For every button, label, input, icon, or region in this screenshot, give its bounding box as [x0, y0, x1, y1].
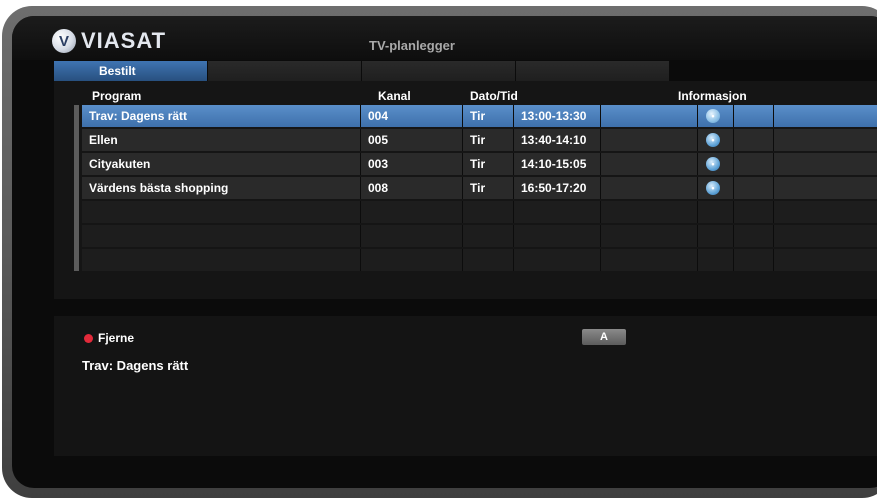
cell-c4	[601, 129, 698, 151]
cell-dag	[463, 249, 514, 271]
cell-program: Cityakuten	[82, 153, 361, 175]
column-informasjon: Informasjon	[678, 89, 747, 103]
cell-c4	[601, 249, 698, 271]
viasat-logo-icon: V	[52, 29, 76, 53]
cell-info: •	[698, 153, 734, 175]
cell-c4	[601, 201, 698, 223]
cell-kanal	[361, 201, 463, 223]
info-bubble-icon[interactable]: •	[706, 181, 720, 195]
cell-kanal: 003	[361, 153, 463, 175]
cell-c6	[734, 177, 774, 199]
table-row[interactable]: Trav: Dagens rätt 004 Tir 13:00-13:30 •	[82, 105, 877, 127]
logo-text: VIASAT	[81, 28, 167, 53]
empty-row	[82, 201, 877, 223]
cell-dag: Tir	[463, 177, 514, 199]
cell-tid	[514, 225, 601, 247]
remove-action-label[interactable]: Fjerne	[98, 331, 134, 345]
tab-4[interactable]	[516, 61, 669, 81]
table-row[interactable]: Ellen 005 Tir 13:40-14:10 •	[82, 129, 877, 151]
cell-tid: 13:00-13:30	[514, 105, 601, 127]
cell-kanal: 008	[361, 177, 463, 199]
key-a-button[interactable]: A	[582, 329, 626, 345]
cell-program	[82, 225, 361, 247]
info-bubble-icon[interactable]: •	[706, 157, 720, 171]
cell-program: Värdens bästa shopping	[82, 177, 361, 199]
cell-tid	[514, 249, 601, 271]
cell-program	[82, 201, 361, 223]
tv-screen: V VIASAT TV-planlegger Bestilt Program K…	[12, 16, 877, 488]
column-program: Program	[92, 89, 142, 103]
cell-c6	[734, 249, 774, 271]
top-bar: V VIASAT TV-planlegger	[12, 16, 877, 60]
cell-c7	[774, 153, 877, 175]
table-row[interactable]: Cityakuten 003 Tir 14:10-15:05 •	[82, 153, 877, 175]
cell-c7	[774, 129, 877, 151]
tab-2[interactable]	[208, 61, 361, 81]
cell-c6	[734, 201, 774, 223]
cell-c4	[601, 177, 698, 199]
info-bubble-icon[interactable]: •	[706, 133, 720, 147]
cell-c6	[734, 105, 774, 127]
cell-c6	[734, 129, 774, 151]
cell-info: •	[698, 105, 734, 127]
cell-program: Trav: Dagens rätt	[82, 105, 361, 127]
cell-tid: 13:40-14:10	[514, 129, 601, 151]
cell-dag: Tir	[463, 105, 514, 127]
empty-row	[82, 249, 877, 271]
cell-kanal	[361, 225, 463, 247]
cell-dag: Tir	[463, 153, 514, 175]
cell-c7	[774, 201, 877, 223]
empty-row	[82, 225, 877, 247]
red-button-icon	[84, 334, 93, 343]
cell-c4	[601, 153, 698, 175]
cell-kanal: 004	[361, 105, 463, 127]
detail-panel	[54, 316, 877, 456]
tab-bar: Bestilt	[54, 61, 670, 81]
cell-c6	[734, 153, 774, 175]
cell-tid: 14:10-15:05	[514, 153, 601, 175]
cell-c4	[601, 225, 698, 247]
tab-bestilt[interactable]: Bestilt	[54, 61, 207, 81]
scrollbar[interactable]	[74, 105, 79, 271]
viasat-logo: V VIASAT	[52, 28, 166, 54]
cell-tid: 16:50-17:20	[514, 177, 601, 199]
cell-tid	[514, 201, 601, 223]
cell-program: Ellen	[82, 129, 361, 151]
page-title: TV-planlegger	[369, 38, 455, 53]
tab-3[interactable]	[362, 61, 515, 81]
cell-kanal: 005	[361, 129, 463, 151]
cell-c7	[774, 177, 877, 199]
cell-c7	[774, 105, 877, 127]
info-bubble-icon[interactable]: •	[706, 109, 720, 123]
cell-info	[698, 249, 734, 271]
cell-c4	[601, 105, 698, 127]
cell-info: •	[698, 177, 734, 199]
column-kanal: Kanal	[378, 89, 411, 103]
cell-program	[82, 249, 361, 271]
selected-program-title: Trav: Dagens rätt	[82, 358, 189, 373]
cell-c7	[774, 249, 877, 271]
cell-dag: Tir	[463, 129, 514, 151]
table-row[interactable]: Värdens bästa shopping 008 Tir 16:50-17:20 •	[82, 177, 877, 199]
cell-info: •	[698, 129, 734, 151]
cell-info	[698, 225, 734, 247]
cell-kanal	[361, 249, 463, 271]
cell-c7	[774, 225, 877, 247]
column-dato-tid: Dato/Tid	[470, 89, 518, 103]
cell-info	[698, 201, 734, 223]
cell-dag	[463, 201, 514, 223]
cell-c6	[734, 225, 774, 247]
cell-dag	[463, 225, 514, 247]
